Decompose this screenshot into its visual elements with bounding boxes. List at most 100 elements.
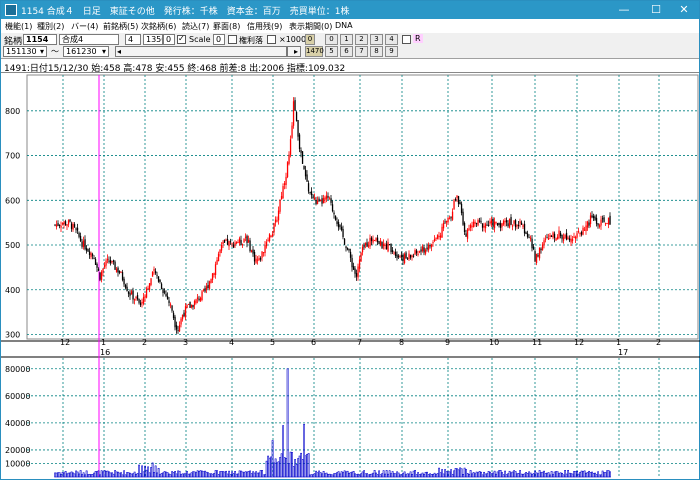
volume-bar	[376, 474, 379, 478]
candle-body	[397, 255, 400, 257]
candle-body	[364, 243, 367, 246]
volume-bar	[481, 474, 484, 478]
volume-bar	[168, 473, 171, 478]
candle-body	[381, 242, 383, 249]
candle-body	[255, 258, 257, 263]
candle-body	[156, 274, 158, 276]
volume-bar	[462, 474, 465, 478]
candle-body	[366, 242, 368, 247]
volume-bar	[193, 471, 196, 478]
volume-bar	[436, 473, 439, 478]
volume-bar	[588, 470, 591, 478]
candle-body	[354, 268, 356, 274]
volume-bar	[514, 471, 517, 478]
volume-bar	[478, 471, 481, 478]
volume-bar	[154, 465, 157, 478]
volume-bar	[414, 469, 417, 478]
volume-bar	[387, 473, 390, 478]
volume-bar	[244, 471, 247, 478]
volume-bar	[520, 473, 523, 478]
volume-bar	[72, 472, 75, 478]
volume-bar	[277, 461, 280, 478]
candle-body	[88, 251, 91, 256]
volume-bar	[342, 472, 345, 478]
volume-bar	[316, 472, 319, 478]
candle-body	[418, 251, 421, 253]
candle-body	[79, 235, 82, 241]
candle-body	[66, 224, 68, 226]
candle-body	[402, 254, 404, 261]
volume-bar	[526, 473, 529, 478]
candle-body	[91, 254, 94, 256]
volume-bar	[111, 472, 114, 478]
volume-bar	[70, 471, 73, 478]
volume-bar	[60, 474, 63, 478]
volume-bar	[157, 467, 160, 478]
candle-body	[565, 232, 568, 240]
candle-body	[283, 183, 286, 185]
candle-body	[109, 260, 112, 264]
volume-bar	[202, 471, 205, 478]
candle-body	[568, 238, 571, 241]
candle-body	[190, 304, 193, 308]
volume-bar	[217, 474, 220, 478]
volume-bar	[298, 455, 301, 478]
volume-bar	[562, 474, 565, 478]
price-chart[interactable]: 80070060050040030012 1 2 3 4 5 6 7 8 9 10 11 12 1 216 1…	[1, 1, 700, 481]
month-label: 2	[656, 338, 661, 347]
candle-body	[247, 239, 250, 243]
volume-bar	[570, 473, 573, 478]
candle-body	[211, 273, 214, 280]
candle-body	[294, 100, 296, 111]
candle-body	[96, 263, 98, 268]
candle-body	[535, 253, 538, 264]
volume-bar	[96, 471, 99, 478]
volume-bar	[381, 473, 384, 478]
volume-bar	[558, 473, 561, 478]
volume-bar	[364, 473, 367, 478]
candle-body	[498, 223, 500, 226]
volume-bar	[460, 468, 463, 478]
candle-body	[216, 259, 218, 265]
volume-bar	[55, 472, 58, 478]
volume-bar	[82, 472, 85, 478]
candle-body	[477, 219, 479, 226]
candle-body	[600, 219, 602, 226]
volume-bar	[84, 474, 87, 478]
volume-bar	[331, 474, 334, 478]
candle-body	[480, 221, 482, 223]
month-label: 9	[445, 338, 450, 347]
volume-bar	[441, 469, 444, 478]
volume-bar	[115, 471, 118, 478]
candle-body	[192, 304, 194, 308]
volume-bar	[384, 473, 387, 478]
candle-body	[144, 295, 146, 298]
month-label: 11	[532, 338, 542, 347]
volume-bar	[354, 473, 357, 478]
volume-bar	[54, 472, 57, 478]
volume-bar	[565, 473, 568, 478]
candle-body	[426, 247, 428, 250]
candle-body	[487, 224, 490, 226]
volume-bar	[238, 470, 241, 478]
volume-bar	[229, 474, 232, 478]
volume-bar	[445, 471, 448, 478]
candle-body	[573, 236, 575, 238]
volume-bar	[457, 469, 460, 478]
volume-bar	[180, 474, 183, 478]
candle-body	[171, 305, 173, 311]
volume-bar	[480, 471, 483, 478]
volume-bar	[87, 474, 90, 478]
volume-bar	[324, 473, 327, 478]
candle-body	[460, 203, 463, 213]
candle-body	[595, 217, 598, 224]
candle-body	[87, 249, 89, 252]
volume-bar	[129, 472, 132, 478]
candle-body	[220, 245, 223, 251]
candle-body	[196, 297, 199, 299]
volume-bar	[142, 471, 145, 478]
volume-bar	[207, 472, 210, 478]
volume-bar	[426, 471, 429, 478]
volume-bar	[456, 468, 459, 478]
volume-bar	[339, 473, 342, 478]
